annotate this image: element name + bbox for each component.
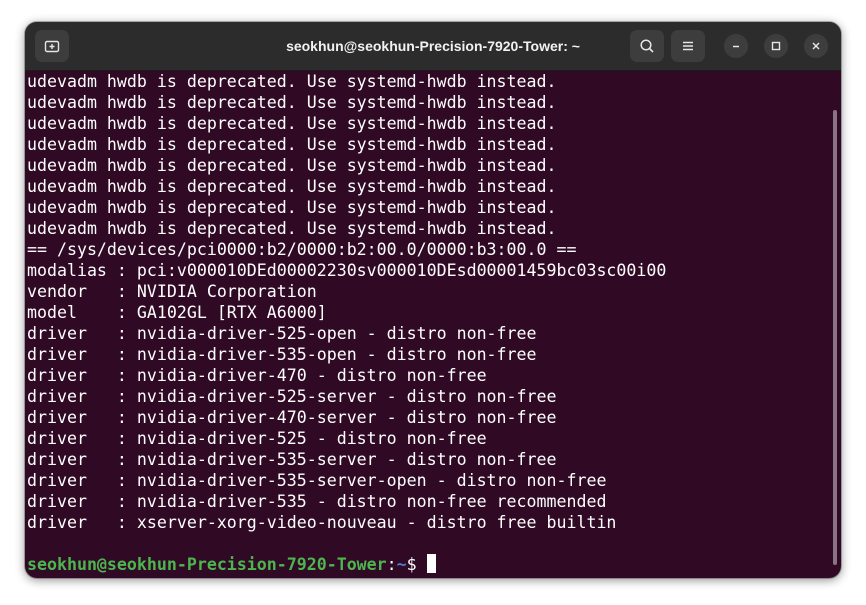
output-line: driver : nvidia-driver-535-server - dist… [27, 450, 557, 469]
title-bar[interactable]: seokhun@seokhun-Precision-7920-Tower: ~ [25, 22, 841, 71]
output-line: udevadm hwdb is deprecated. Use systemd-… [27, 114, 557, 133]
new-tab-icon [44, 40, 60, 53]
minimize-icon [733, 45, 739, 48]
output-line: driver : nvidia-driver-470 - distro non-… [27, 366, 487, 385]
output-line: == /sys/devices/pci0000:b2/0000:b2:00.0/… [27, 240, 577, 259]
output-line: model : GA102GL [RTX A6000] [27, 303, 327, 322]
output-line: driver : nvidia-driver-525-server - dist… [27, 387, 557, 406]
output-line: driver : nvidia-driver-535-server-open -… [27, 471, 607, 490]
minimize-button[interactable] [724, 34, 748, 58]
output-line: udevadm hwdb is deprecated. Use systemd-… [27, 135, 557, 154]
search-icon [640, 39, 654, 53]
prompt-separator: : [386, 555, 397, 574]
output-line: driver : nvidia-driver-535 - distro non-… [27, 492, 607, 511]
output-line: driver : nvidia-driver-525-open - distro… [27, 324, 537, 343]
new-tab-button[interactable] [35, 30, 69, 62]
maximize-button[interactable] [764, 34, 788, 58]
prompt-symbol: $ [406, 555, 427, 574]
output-line: driver : nvidia-driver-535-open - distro… [27, 345, 537, 364]
output-line: udevadm hwdb is deprecated. Use systemd-… [27, 219, 557, 238]
close-icon [812, 42, 820, 50]
output-line: driver : nvidia-driver-470-server - dist… [27, 408, 557, 427]
output-line: udevadm hwdb is deprecated. Use systemd-… [27, 198, 557, 217]
terminal-output[interactable]: udevadm hwdb is deprecated. Use systemd-… [27, 71, 833, 578]
output-line: udevadm hwdb is deprecated. Use systemd-… [27, 177, 557, 196]
window-title: seokhun@seokhun-Precision-7920-Tower: ~ [286, 38, 580, 54]
menu-button[interactable] [671, 30, 705, 62]
search-button[interactable] [630, 30, 664, 62]
output-line: udevadm hwdb is deprecated. Use systemd-… [27, 156, 557, 175]
prompt-line[interactable]: seokhun@seokhun-Precision-7920-Tower:~$ [27, 554, 833, 575]
hamburger-menu-icon [683, 41, 693, 51]
maximize-icon [771, 41, 781, 51]
terminal-window: seokhun@seokhun-Precision-7920-Tower: ~ [25, 22, 841, 578]
scrollbar[interactable] [833, 110, 837, 565]
output-lines: udevadm hwdb is deprecated. Use systemd-… [27, 71, 833, 554]
output-line: udevadm hwdb is deprecated. Use systemd-… [27, 72, 557, 91]
close-button[interactable] [804, 34, 828, 58]
output-line: udevadm hwdb is deprecated. Use systemd-… [27, 93, 557, 112]
prompt-user-host: seokhun@seokhun-Precision-7920-Tower [27, 555, 387, 574]
output-line: driver : xserver-xorg-video-nouveau - di… [27, 513, 617, 532]
text-cursor [426, 554, 436, 573]
output-line: driver : nvidia-driver-525 - distro non-… [27, 429, 487, 448]
prompt-path: ~ [396, 555, 407, 574]
output-line: modalias : pci:v000010DEd00002230sv00001… [27, 261, 667, 280]
output-line: vendor : NVIDIA Corporation [27, 282, 317, 301]
